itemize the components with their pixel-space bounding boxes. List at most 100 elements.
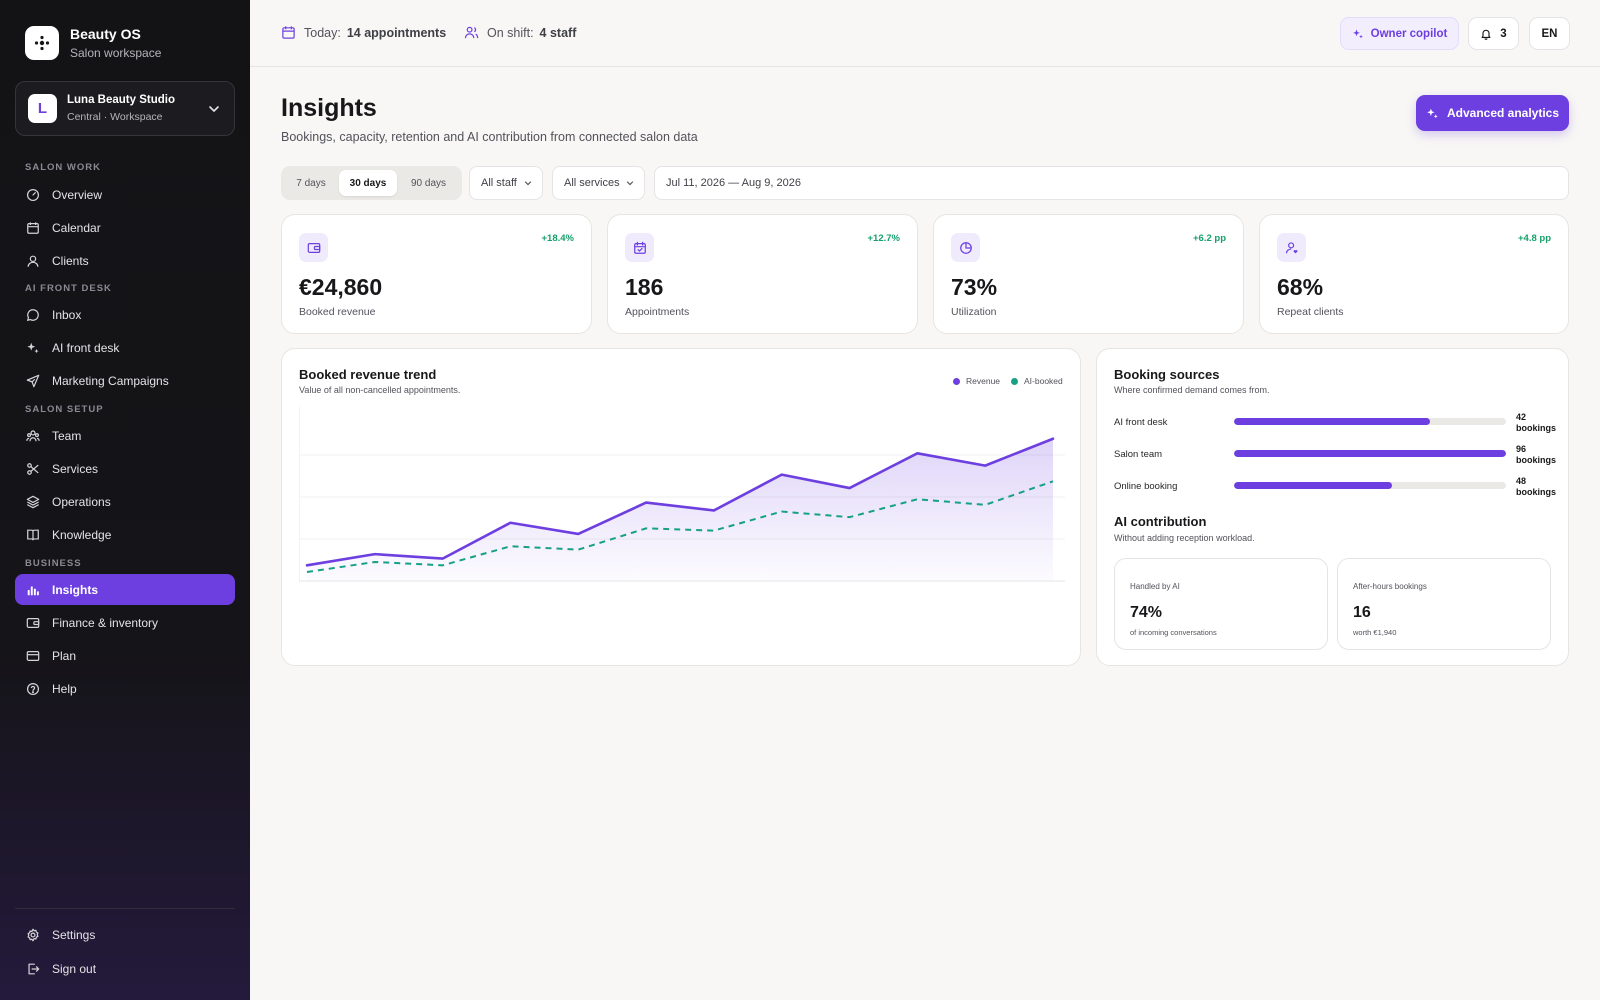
revenue-trend-card: Booked revenue trend Value of all non-ca…: [281, 348, 1081, 666]
sidebar-item-sign-out[interactable]: Sign out: [15, 953, 235, 984]
data-point-revenue: [915, 451, 919, 455]
sidebar-item-inbox[interactable]: Inbox: [15, 299, 235, 330]
sidebar-item-label: Help: [52, 681, 77, 696]
sidebar-item-label: Plan: [52, 648, 77, 663]
source-row-salon-team: Salon team 96 bookings: [1114, 444, 1559, 468]
sidebar-item-ai-front-desk[interactable]: AI front desk: [15, 332, 235, 363]
staff-on-shift: On shift: 4 staff: [464, 25, 576, 40]
sidebar-item-label: Clients: [52, 253, 89, 268]
sidebar-item-calendar[interactable]: Calendar: [15, 212, 235, 243]
sidebar-item-label: Services: [52, 461, 99, 476]
kpi-label: Utilization: [951, 306, 997, 318]
source-bar-track: [1234, 482, 1506, 489]
sidebar-divider: [15, 908, 235, 909]
sparkles-icon: [1352, 29, 1363, 38]
pie-icon: [951, 233, 980, 262]
sidebar-item-settings[interactable]: Settings: [15, 919, 235, 950]
sidebar-item-team[interactable]: Team: [15, 420, 235, 451]
source-bar-track: [1234, 418, 1506, 425]
source-count: 42 bookings: [1516, 412, 1556, 433]
sidebar-item-insights[interactable]: Insights: [15, 574, 235, 605]
range-7-days[interactable]: 7 days: [285, 170, 337, 196]
kpi-card-repeat-clients: +4.8 pp 68% Repeat clients: [1259, 214, 1569, 334]
sidebar-item-clients[interactable]: Clients: [15, 245, 235, 276]
sidebar-item-label: Knowledge: [52, 527, 112, 542]
legend-item-revenue: Revenue: [953, 376, 1000, 386]
booking-sources-title: Booking sources: [1114, 367, 1220, 382]
sidebar-item-overview[interactable]: Overview: [15, 179, 235, 210]
layers-icon: [26, 495, 40, 508]
bar-chart-icon: [27, 586, 39, 595]
sidebar-item-finance-inventory[interactable]: Finance & inventory: [15, 607, 235, 638]
ai-contribution-title: AI contribution: [1114, 514, 1207, 529]
legend-dot-ai-booked: [1011, 377, 1018, 385]
stat-card-after-hours-bookings: After-hours bookings 16 worth €1,940: [1337, 558, 1551, 650]
kpi-value: 186: [625, 274, 664, 300]
calendar-icon: [282, 26, 295, 39]
stat-card-handled-by-ai: Handled by AI 74% of incoming conversati…: [1114, 558, 1328, 650]
kpi-card-appointments: +12.7% 186 Appointments: [607, 214, 918, 334]
chevron-down-icon: [524, 181, 532, 186]
source-row-online-booking: Online booking 48 bookings: [1114, 476, 1559, 500]
data-point-ai-booked: [644, 526, 648, 530]
kpi-delta: +12.7%: [867, 233, 901, 244]
calendar-check-icon: [625, 233, 654, 262]
kpi-value: €24,860: [299, 274, 383, 300]
sidebar: Beauty OS Salon workspace L Luna Beauty …: [0, 0, 250, 1000]
staff-filter-select[interactable]: All staff: [469, 166, 543, 200]
workspace-name: Luna Beauty Studio: [67, 94, 175, 106]
owner-copilot-label: Owner copilot: [1370, 27, 1448, 40]
kpi-value: 68%: [1277, 274, 1324, 300]
notifications-button[interactable]: 3: [1468, 17, 1519, 50]
booking-sources-subtitle: Where confirmed demand comes from.: [1114, 385, 1270, 395]
sidebar-item-help[interactable]: Help: [15, 673, 235, 704]
team-icon: [26, 429, 40, 441]
legend-dot-revenue: [953, 377, 960, 385]
data-point-ai-booked: [508, 544, 512, 548]
advanced-analytics-button[interactable]: Advanced analytics: [1416, 95, 1569, 131]
card-icon: [26, 650, 40, 661]
book-icon: [27, 529, 39, 540]
workspace-switcher[interactable]: L Luna Beauty Studio Central · Workspace: [15, 81, 235, 136]
source-count: 96 bookings: [1516, 444, 1556, 465]
services-filter-value: All services: [564, 177, 620, 189]
sidebar-item-services[interactable]: Services: [15, 453, 235, 484]
sparkles-icon: [1427, 108, 1438, 118]
brand[interactable]: Beauty OS Salon workspace: [25, 26, 161, 60]
data-point-revenue: [1051, 437, 1055, 441]
sidebar-item-label: Inbox: [52, 307, 82, 322]
sparkles-icon: [27, 342, 39, 353]
revenue-area: [307, 438, 1053, 581]
nav-section-business: BUSINESS: [25, 558, 82, 569]
range-90-days[interactable]: 90 days: [399, 170, 458, 196]
sidebar-item-operations[interactable]: Operations: [15, 486, 235, 517]
brand-logo-icon: [25, 26, 59, 60]
source-label: Online booking: [1114, 481, 1178, 492]
gear-icon: [27, 928, 39, 941]
booking-sources-card: Booking sources Where confirmed demand c…: [1096, 348, 1569, 666]
sidebar-item-plan[interactable]: Plan: [15, 640, 235, 671]
date-range-input[interactable]: Jul 11, 2026 — Aug 9, 2026: [654, 166, 1569, 200]
owner-copilot-button[interactable]: Owner copilot: [1340, 17, 1459, 50]
sign-out-icon: [28, 963, 40, 974]
nav-section-salon-setup: SALON SETUP: [25, 404, 104, 415]
sidebar-item-knowledge[interactable]: Knowledge: [15, 519, 235, 550]
language-button[interactable]: EN: [1529, 17, 1570, 50]
chevron-down-icon: [209, 105, 219, 112]
data-point-ai-booked: [1051, 479, 1055, 483]
services-filter-select[interactable]: All services: [552, 166, 645, 200]
sidebar-item-label: Team: [52, 428, 82, 443]
page-subtitle: Bookings, capacity, retention and AI con…: [281, 130, 698, 144]
kpi-label: Booked revenue: [299, 306, 376, 318]
help-icon: [26, 682, 40, 695]
sidebar-item-label: Calendar: [52, 220, 101, 235]
range-30-days[interactable]: 30 days: [339, 170, 397, 196]
notifications-count: 3: [1500, 27, 1507, 40]
sidebar-item-marketing-campaigns[interactable]: Marketing Campaigns: [15, 365, 235, 396]
data-point-revenue: [373, 552, 377, 556]
calendar-icon: [27, 221, 39, 234]
kpi-delta: +6.2 pp: [1193, 233, 1226, 244]
send-icon: [26, 374, 40, 387]
shift-value: 4 staff: [539, 25, 577, 40]
chat-icon: [26, 308, 39, 321]
